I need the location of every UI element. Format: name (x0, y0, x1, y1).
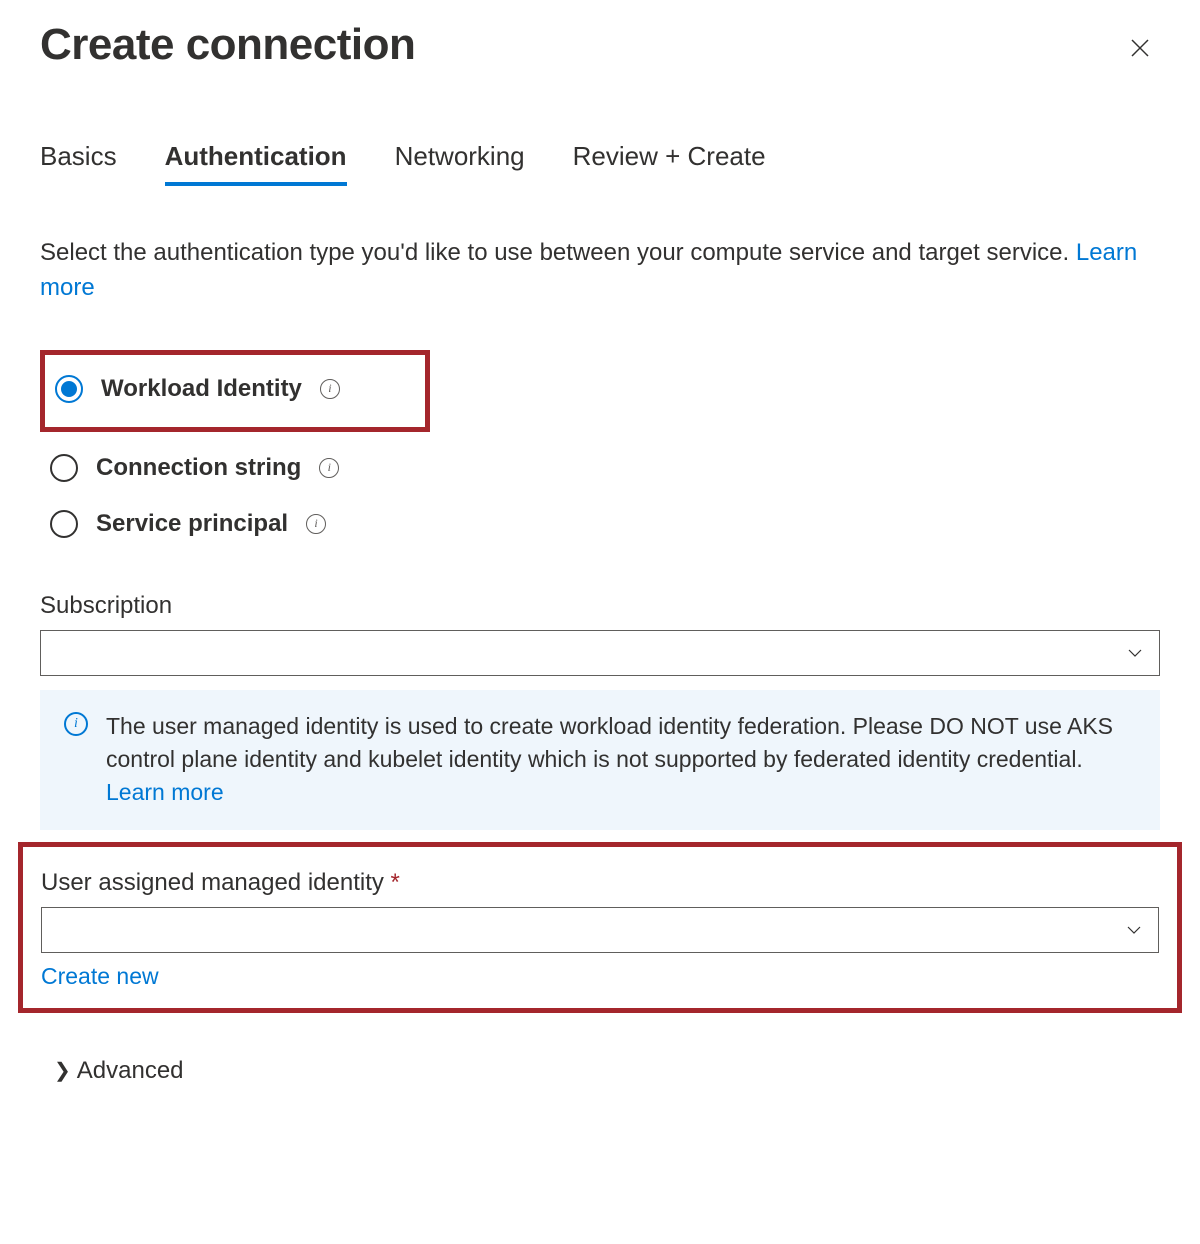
auth-type-radio-group: Workload Identity i Connection string i … (40, 350, 1160, 552)
info-icon[interactable]: i (320, 379, 340, 399)
subscription-dropdown[interactable] (40, 630, 1160, 676)
info-icon[interactable]: i (306, 514, 326, 534)
info-banner-learn-more-link[interactable]: Learn more (106, 779, 224, 805)
info-banner: i The user managed identity is used to c… (40, 690, 1160, 830)
radio-label: Service principal (96, 510, 288, 538)
radio-label: Connection string (96, 454, 301, 482)
subscription-label: Subscription (40, 592, 1160, 620)
radio-workload-identity[interactable]: Workload Identity i (40, 350, 430, 432)
advanced-label: Advanced (77, 1057, 184, 1085)
info-icon: i (64, 712, 88, 736)
advanced-toggle[interactable]: ❯ Advanced (54, 1057, 1160, 1085)
tab-basics[interactable]: Basics (40, 141, 117, 186)
chevron-down-icon (1127, 645, 1143, 661)
tabs: Basics Authentication Networking Review … (40, 141, 1160, 186)
auth-description: Select the authentication type you'd lik… (40, 236, 1160, 306)
info-icon[interactable]: i (319, 458, 339, 478)
required-indicator: * (391, 869, 400, 896)
radio-button-icon (50, 510, 78, 538)
radio-label: Workload Identity (101, 375, 302, 403)
auth-description-text: Select the authentication type you'd lik… (40, 239, 1076, 266)
uami-label: User assigned managed identity * (41, 869, 1159, 897)
close-icon (1128, 48, 1152, 63)
uami-section: User assigned managed identity * Create … (18, 842, 1182, 1013)
radio-button-icon (50, 454, 78, 482)
radio-connection-string[interactable]: Connection string i (40, 440, 1160, 496)
info-banner-text: The user managed identity is used to cre… (106, 713, 1113, 772)
create-new-link[interactable]: Create new (41, 963, 159, 990)
tab-networking[interactable]: Networking (395, 141, 525, 186)
chevron-down-icon (1126, 922, 1142, 938)
uami-dropdown[interactable] (41, 907, 1159, 953)
radio-service-principal[interactable]: Service principal i (40, 496, 1160, 552)
radio-button-icon (55, 375, 83, 403)
page-title: Create connection (40, 20, 415, 70)
chevron-right-icon: ❯ (54, 1058, 71, 1083)
tab-authentication[interactable]: Authentication (165, 141, 347, 186)
close-button[interactable] (1120, 28, 1160, 71)
tab-review-create[interactable]: Review + Create (573, 141, 766, 186)
uami-label-text: User assigned managed identity (41, 869, 384, 896)
